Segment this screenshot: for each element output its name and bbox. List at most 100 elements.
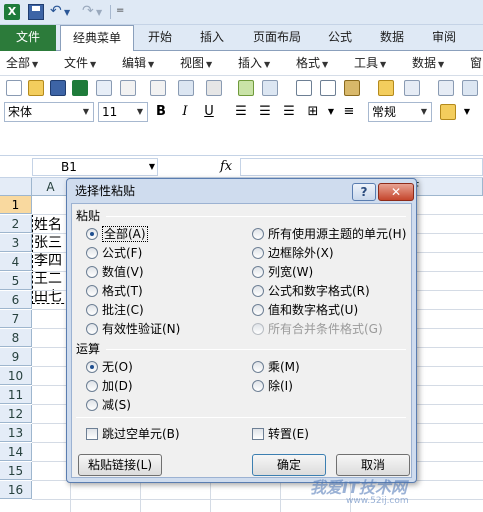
- tab-insert[interactable]: 插入: [192, 25, 232, 51]
- row-header[interactable]: 11: [0, 386, 32, 404]
- paste-all-radio[interactable]: 全部(A): [86, 226, 148, 242]
- wrap-text-icon[interactable]: ≡: [340, 103, 358, 121]
- skip-blanks-checkbox[interactable]: 跳过空单元(B): [86, 426, 180, 442]
- tab-review[interactable]: 审阅: [424, 25, 464, 51]
- paste-icon[interactable]: [344, 80, 360, 96]
- formula-input[interactable]: [240, 158, 483, 176]
- menu-all[interactable]: 全部 ▼: [6, 51, 38, 77]
- page-icon[interactable]: [206, 80, 222, 96]
- row-header[interactable]: 13: [0, 424, 32, 442]
- italic-button[interactable]: I: [176, 103, 194, 121]
- currency-icon[interactable]: [440, 104, 456, 120]
- row-header[interactable]: 4: [0, 253, 32, 271]
- number-format-combo[interactable]: 常规 ▼: [368, 102, 432, 122]
- hyperlink-icon[interactable]: [462, 80, 478, 96]
- chevron-down-icon[interactable]: ▼: [417, 103, 431, 121]
- row-header[interactable]: 9: [0, 348, 32, 366]
- menu-edit[interactable]: 编辑 ▼: [122, 51, 154, 77]
- undo-icon[interactable]: [404, 80, 420, 96]
- row-header[interactable]: 7: [0, 310, 32, 328]
- menu-window[interactable]: 窗: [470, 51, 482, 76]
- tab-page-layout[interactable]: 页面布局: [245, 25, 309, 51]
- paste-values-numbers-radio[interactable]: 值和数字格式(U): [252, 302, 358, 318]
- chevron-down-icon[interactable]: ▼: [133, 103, 147, 121]
- redo-dropdown-icon[interactable]: ▼: [96, 8, 102, 17]
- menu-file[interactable]: 文件 ▼: [64, 51, 96, 77]
- undo-dropdown-icon[interactable]: ▼: [64, 8, 70, 17]
- column-header[interactable]: A: [32, 178, 70, 196]
- new-file-icon[interactable]: [6, 80, 22, 96]
- paste-formats-radio[interactable]: 格式(T): [86, 283, 143, 299]
- excel-sheet-icon[interactable]: [72, 80, 88, 96]
- row-header[interactable]: 12: [0, 405, 32, 423]
- paste-comments-radio[interactable]: 批注(C): [86, 302, 144, 318]
- paste-validation-radio[interactable]: 有效性验证(N): [86, 321, 180, 337]
- paste-values-radio[interactable]: 数值(V): [86, 264, 144, 280]
- operation-subtract-radio[interactable]: 减(S): [86, 397, 131, 413]
- align-center-icon[interactable]: ☰: [256, 103, 274, 121]
- redo-icon[interactable]: [438, 80, 454, 96]
- paste-formulas-numbers-radio[interactable]: 公式和数字格式(R): [252, 283, 370, 299]
- insert-function-icon[interactable]: fx: [220, 158, 232, 176]
- close-icon[interactable]: ✕: [378, 183, 414, 201]
- row-header[interactable]: 10: [0, 367, 32, 385]
- operation-none-radio[interactable]: 无(O): [86, 359, 133, 375]
- chevron-down-icon[interactable]: ▼: [458, 103, 476, 121]
- print-setup-icon[interactable]: [178, 80, 194, 96]
- operation-add-radio[interactable]: 加(D): [86, 378, 133, 394]
- row-header[interactable]: 5: [0, 272, 32, 290]
- paste-source-theme-radio[interactable]: 所有使用源主题的单元(H): [252, 226, 406, 242]
- row-header[interactable]: 3: [0, 234, 32, 252]
- save-icon[interactable]: [50, 80, 66, 96]
- font-name-combo[interactable]: 宋体 ▼: [4, 102, 94, 122]
- menu-view[interactable]: 视图 ▼: [180, 51, 212, 77]
- copy-icon[interactable]: [320, 80, 336, 96]
- row-header[interactable]: 16: [0, 481, 32, 499]
- tab-home[interactable]: 开始: [140, 25, 180, 51]
- menu-data[interactable]: 数据 ▼: [412, 51, 444, 77]
- paste-formulas-radio[interactable]: 公式(F): [86, 245, 142, 261]
- paste-except-borders-radio[interactable]: 边框除外(X): [252, 245, 334, 261]
- menu-tools[interactable]: 工具 ▼: [354, 51, 386, 77]
- row-header[interactable]: 6: [0, 291, 32, 309]
- menu-format[interactable]: 格式 ▼: [296, 51, 328, 77]
- row-header[interactable]: 15: [0, 462, 32, 480]
- spellcheck-icon[interactable]: [238, 80, 254, 96]
- print-preview-icon[interactable]: [150, 80, 166, 96]
- permission-icon[interactable]: [96, 80, 112, 96]
- tab-file[interactable]: 文件: [0, 25, 56, 51]
- row-header[interactable]: 14: [0, 443, 32, 461]
- operation-divide-radio[interactable]: 除(I): [252, 378, 293, 394]
- row-header[interactable]: 2: [0, 215, 32, 233]
- menu-insert[interactable]: 插入 ▼: [238, 51, 270, 77]
- tab-formulas[interactable]: 公式: [320, 25, 360, 51]
- help-button[interactable]: ?: [352, 183, 376, 201]
- align-left-icon[interactable]: ☰: [232, 103, 250, 121]
- select-all-corner[interactable]: [0, 178, 32, 196]
- paste-column-widths-radio[interactable]: 列宽(W): [252, 264, 313, 280]
- open-folder-icon[interactable]: [28, 80, 44, 96]
- font-size-combo[interactable]: 11 ▼: [98, 102, 148, 122]
- paste-link-button[interactable]: 粘贴链接(L): [78, 454, 162, 476]
- underline-button[interactable]: U: [200, 103, 218, 121]
- research-icon[interactable]: [262, 80, 278, 96]
- transpose-checkbox[interactable]: 转置(E): [252, 426, 309, 442]
- customize-qat-icon[interactable]: =: [116, 5, 124, 16]
- chevron-down-icon[interactable]: ▼: [79, 103, 93, 121]
- tab-data[interactable]: 数据: [372, 25, 412, 51]
- bold-button[interactable]: B: [152, 103, 170, 121]
- merge-center-icon[interactable]: ⊞: [304, 103, 322, 121]
- chevron-down-icon[interactable]: ▼: [149, 159, 155, 175]
- row-header[interactable]: 1: [0, 196, 32, 214]
- save-icon[interactable]: [28, 4, 44, 20]
- operation-multiply-radio[interactable]: 乘(M): [252, 359, 300, 375]
- cut-icon[interactable]: [296, 80, 312, 96]
- undo-icon[interactable]: ↶: [50, 3, 62, 19]
- format-painter-icon[interactable]: [378, 80, 394, 96]
- tab-classic-menu[interactable]: 经典菜单: [60, 25, 134, 52]
- redo-icon[interactable]: ↷: [82, 3, 94, 19]
- row-header[interactable]: 8: [0, 329, 32, 347]
- name-box[interactable]: B1 ▼: [32, 158, 158, 176]
- print-icon[interactable]: [120, 80, 136, 96]
- chevron-down-icon[interactable]: ▼: [322, 103, 340, 121]
